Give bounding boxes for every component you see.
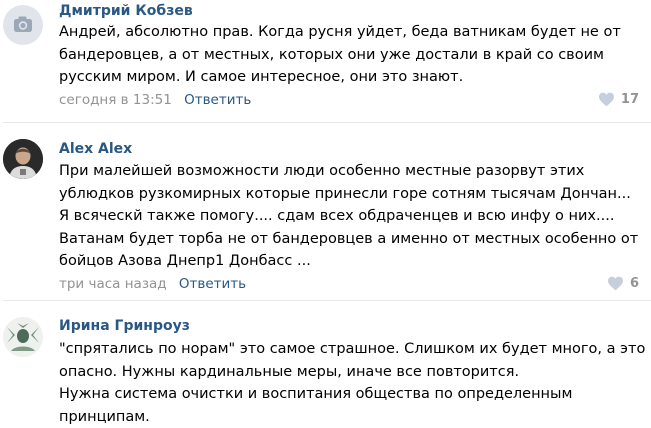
comment-meta: три часа назад Ответить	[59, 276, 246, 292]
reply-button[interactable]: Ответить	[179, 276, 246, 292]
comment-item: Alex Alex При малейшей возможности люди …	[0, 123, 651, 300]
comment-text-line: "спрятались по норам" это самое страшное…	[59, 338, 639, 361]
comment-text-line: Нужна система очистки и воспитания общес…	[59, 383, 639, 406]
comment-timestamp[interactable]: сегодня в 13:51	[59, 92, 172, 108]
comment-text-line: бойцов Азова Днепр1 Донбасс ...	[59, 250, 639, 273]
comment-text-line: При малейшей возможности люди особенно м…	[59, 160, 639, 183]
comment-text: Андрей, абсолютно прав. Когда русня уйде…	[59, 21, 639, 89]
comment-author[interactable]: Дмитрий Кобзев	[59, 3, 193, 19]
comment-text-line: Ватанам будет торба не от бандеровцев а …	[59, 228, 639, 251]
camera-icon	[3, 5, 43, 45]
like-button[interactable]: 17	[598, 92, 639, 107]
comment-author[interactable]: Ирина Гринроуз	[59, 318, 190, 334]
comment-item: Дмитрий Кобзев Андрей, абсолютно прав. К…	[0, 0, 651, 122]
avatar[interactable]	[3, 317, 43, 357]
comment-text-line: русским миром. И самое интересное, они э…	[59, 66, 639, 89]
comment-text-line: бандеровцев, а от местных, которых они у…	[59, 44, 639, 67]
comment-text: При малейшей возможности люди особенно м…	[59, 160, 639, 273]
comment-text: "спрятались по норам" это самое страшное…	[59, 338, 639, 428]
reply-button[interactable]: Ответить	[184, 92, 251, 108]
comment-author[interactable]: Alex Alex	[59, 141, 132, 157]
comment-text-line: опасно. Нужны кардинальные меры, иначе в…	[59, 361, 639, 384]
comment-item: Ирина Гринроуз "спрятались по норам" это…	[0, 301, 651, 425]
avatar[interactable]	[3, 5, 43, 45]
like-count: 6	[630, 276, 639, 291]
like-button[interactable]: 6	[607, 276, 639, 291]
user-photo-icon	[3, 317, 43, 357]
comment-meta: сегодня в 13:51 Ответить	[59, 92, 251, 108]
avatar[interactable]	[3, 139, 43, 179]
heart-icon	[598, 92, 615, 107]
heart-icon	[607, 276, 624, 291]
like-count: 17	[621, 92, 639, 107]
comment-timestamp[interactable]: три часа назад	[59, 276, 167, 292]
comment-text-line: ублюдков рузкомирных которые принесли го…	[59, 183, 639, 206]
user-photo-icon	[3, 139, 43, 179]
comment-text-line: Я всяческй также помогу.... сдам всех об…	[59, 205, 639, 228]
comment-text-line: Андрей, абсолютно прав. Когда русня уйде…	[59, 21, 639, 44]
